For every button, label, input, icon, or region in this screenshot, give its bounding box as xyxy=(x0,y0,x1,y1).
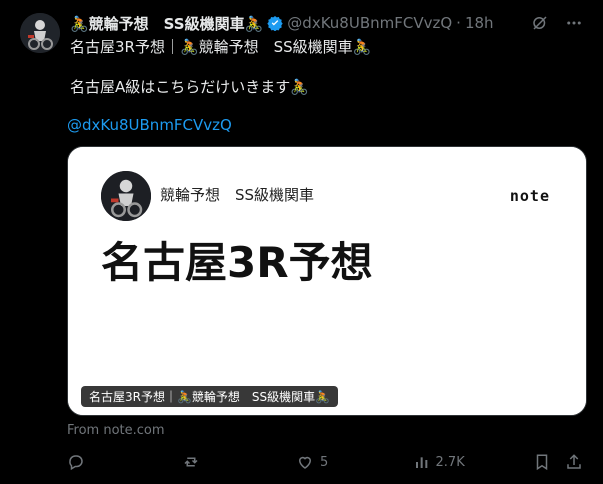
mention-link[interactable]: @dxKu8UBnmFCVvzQ xyxy=(67,116,232,134)
views-count: 2.7K xyxy=(435,454,465,470)
reply-icon xyxy=(67,453,85,471)
share-icon[interactable] xyxy=(565,453,583,471)
handle[interactable]: @dxKu8UBnmFCVvzQ xyxy=(287,14,452,32)
tweet-header: 🚴競輪予想 SS級機関車🚴 @dxKu8UBnmFCVvzQ · 18h xyxy=(70,12,583,34)
tweet-text-line2: 名古屋A級はこちらだけいきます🚴 xyxy=(70,78,309,96)
card-badge: 名古屋3R予想｜🚴競輪予想 SS級機関車🚴 xyxy=(81,386,339,407)
action-bar: 5 2.7K xyxy=(67,452,583,472)
like-icon xyxy=(296,453,314,471)
card-source[interactable]: From note.com xyxy=(67,423,165,438)
reply-button[interactable] xyxy=(67,453,182,471)
card-author: 競輪予想 SS級機関車 xyxy=(160,186,315,204)
retweet-button[interactable] xyxy=(182,453,297,471)
more-icon[interactable] xyxy=(565,14,583,32)
link-card[interactable]: 競輪予想 SS級機関車 note 名古屋3R予想 名古屋3R予想｜🚴競輪予想 S… xyxy=(67,146,587,416)
views-button[interactable]: 2.7K xyxy=(414,454,533,470)
grok-icon[interactable] xyxy=(531,14,549,32)
retweet-icon xyxy=(182,453,200,471)
like-count: 5 xyxy=(320,454,329,470)
verified-badge-icon xyxy=(267,15,283,31)
timestamp[interactable]: 18h xyxy=(465,14,494,32)
tweet-text-line1: 名古屋3R予想｜🚴競輪予想 SS級機関車🚴 xyxy=(70,38,372,56)
separator: · xyxy=(456,14,461,32)
card-title: 名古屋3R予想 xyxy=(101,238,373,287)
card-avatar xyxy=(101,171,151,221)
like-button[interactable]: 5 xyxy=(296,453,414,471)
display-name[interactable]: 🚴競輪予想 SS級機関車🚴 xyxy=(70,13,263,34)
note-logo: note xyxy=(509,187,550,205)
avatar[interactable] xyxy=(20,13,60,53)
views-icon xyxy=(414,454,430,470)
bookmark-icon[interactable] xyxy=(533,453,551,471)
